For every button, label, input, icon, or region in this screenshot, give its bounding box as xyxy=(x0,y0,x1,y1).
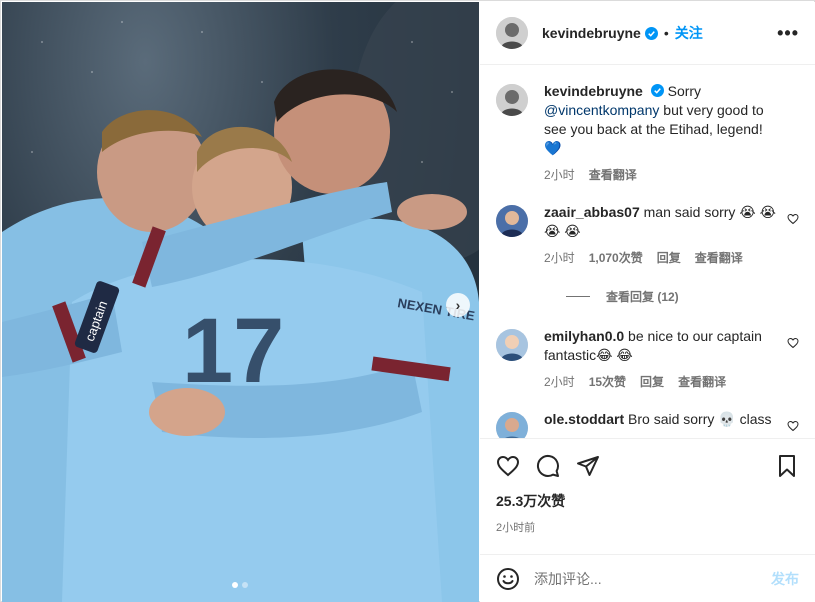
shirt-number: 17 xyxy=(182,300,284,402)
comment-username[interactable]: ole.stoddart xyxy=(544,411,624,427)
caption: kevindebruyne Sorry @vincentkompany but … xyxy=(496,82,799,185)
caption-meta: 2小时 查看翻译 xyxy=(544,166,784,185)
carousel-dot-active xyxy=(232,582,238,588)
like-comment-heart-icon[interactable] xyxy=(787,337,799,349)
reply-button[interactable]: 回复 xyxy=(640,373,664,392)
caption-body: kevindebruyne Sorry @vincentkompany but … xyxy=(544,82,784,185)
post-time: 2小时前 xyxy=(496,522,536,534)
carousel-indicator xyxy=(232,582,248,588)
comment-time: 2小时 xyxy=(544,375,575,389)
post-comment-button[interactable]: 发布 xyxy=(771,569,799,589)
caption-time: 2小时 xyxy=(544,168,575,182)
view-replies-label[interactable]: 查看回复 (12) xyxy=(606,288,679,305)
post-dialog: 17 captain NEXEN TIRE › kevindebruyne • … xyxy=(0,0,815,602)
comment-username[interactable]: zaair_abbas07 xyxy=(544,204,640,220)
comment-item: ole.stoddart Bro said sorry 💀 class xyxy=(496,410,799,438)
players-illustration: 17 captain NEXEN TIRE xyxy=(2,2,479,602)
comment-item: emilyhan0.0 be nice to our captain fanta… xyxy=(496,327,799,392)
comment-body: zaair_abbas07 man said sorry 😭 😭 😭 😭 2小时… xyxy=(544,203,784,268)
bookmark-icon[interactable] xyxy=(775,454,799,478)
share-icon[interactable] xyxy=(576,454,600,478)
post-header: kevindebruyne • 关注 ••• xyxy=(480,2,815,65)
comment-username[interactable]: emilyhan0.0 xyxy=(544,328,624,344)
author-avatar[interactable] xyxy=(496,17,528,49)
carousel-dot xyxy=(242,582,248,588)
caption-mention-link[interactable]: @vincentkompany xyxy=(544,102,659,118)
view-replies-button[interactable]: 查看回复 (12) xyxy=(566,288,799,305)
post-panel: kevindebruyne • 关注 ••• kevindebruyne Sor… xyxy=(480,2,815,602)
like-comment-heart-icon[interactable] xyxy=(787,420,799,432)
comment-input[interactable] xyxy=(534,570,771,587)
separator-dot: • xyxy=(663,25,669,41)
commenter-avatar[interactable] xyxy=(496,412,528,438)
translate-button[interactable]: 查看翻译 xyxy=(695,249,743,268)
likes-count[interactable]: 25.3万次赞 xyxy=(480,491,815,511)
commenter-avatar[interactable] xyxy=(496,329,528,361)
comment-text: Bro said sorry 💀 class xyxy=(628,411,772,427)
action-icons-row xyxy=(480,439,815,493)
comment-meta: 2小时 1,070次赞 回复 查看翻译 xyxy=(544,249,784,268)
heart-icon[interactable] xyxy=(496,454,520,478)
comment-icon[interactable] xyxy=(536,454,560,478)
translate-button[interactable]: 查看翻译 xyxy=(589,166,637,185)
next-image-icon[interactable]: › xyxy=(446,293,470,317)
comment-item: zaair_abbas07 man said sorry 😭 😭 😭 😭 2小时… xyxy=(496,203,799,268)
author-username[interactable]: kevindebruyne xyxy=(542,25,641,41)
comment-body: ole.stoddart Bro said sorry 💀 class xyxy=(544,410,784,438)
comment-likes[interactable]: 1,070次赞 xyxy=(589,249,643,268)
caption-text-before: Sorry xyxy=(667,83,702,99)
reply-button[interactable]: 回复 xyxy=(657,249,681,268)
comment-meta: 2小时 15次赞 回复 查看翻译 xyxy=(544,373,784,392)
emoji-icon[interactable] xyxy=(496,567,520,591)
commenter-avatar[interactable] xyxy=(496,205,528,237)
comment-body: emilyhan0.0 be nice to our captain fanta… xyxy=(544,327,784,392)
comment-time: 2小时 xyxy=(544,251,575,265)
add-comment-bar: 发布 xyxy=(480,554,815,602)
comment-likes[interactable]: 15次赞 xyxy=(589,373,626,392)
like-comment-heart-icon[interactable] xyxy=(787,213,799,225)
post-photo[interactable]: 17 captain NEXEN TIRE › xyxy=(2,2,479,602)
follow-button[interactable]: 关注 xyxy=(675,23,703,43)
caption-username[interactable]: kevindebruyne xyxy=(544,83,643,99)
more-options-icon[interactable]: ••• xyxy=(777,23,799,44)
comments-list[interactable]: kevindebruyne Sorry @vincentkompany but … xyxy=(480,66,815,438)
post-actions: 25.3万次赞 2小时前 xyxy=(480,438,815,564)
replies-line xyxy=(566,296,590,297)
author-avatar[interactable] xyxy=(496,84,528,116)
translate-button[interactable]: 查看翻译 xyxy=(678,373,726,392)
verified-badge-icon xyxy=(644,26,658,40)
verified-badge-icon xyxy=(650,84,664,97)
